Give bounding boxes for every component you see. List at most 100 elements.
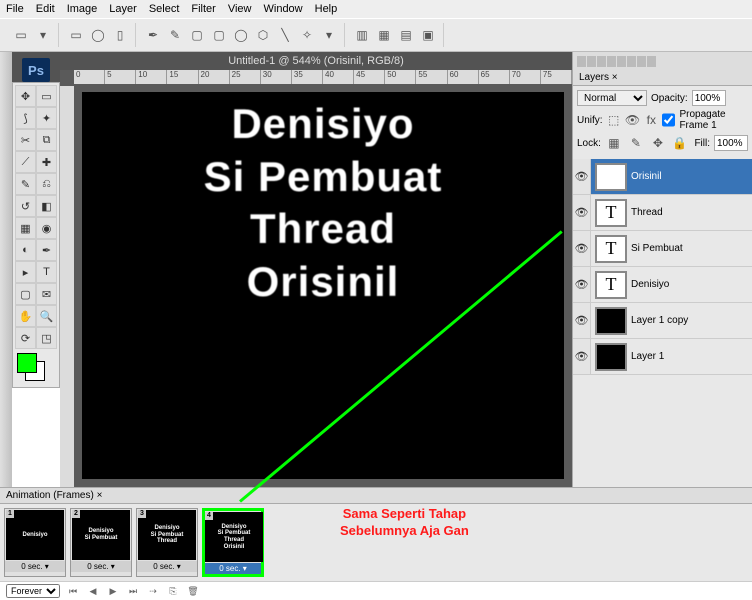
menu-filter[interactable]: Filter [191, 3, 215, 15]
tool-preset-icon[interactable]: ▭ [12, 26, 30, 44]
menu-select[interactable]: Select [149, 3, 180, 15]
pen-tool-icon[interactable]: ✒ [36, 239, 57, 261]
history-brush-tool-icon[interactable]: ↺ [15, 195, 36, 217]
shape-tool-icon[interactable]: ▢ [15, 283, 36, 305]
visibility-eye-icon[interactable]: 👁 [573, 303, 591, 338]
rotate-tool-icon[interactable]: ⟳ [15, 327, 36, 349]
layer-row[interactable]: 👁 T Denisiyo [573, 267, 752, 303]
shape-rect-icon[interactable]: ▢ [188, 26, 206, 44]
menu-help[interactable]: Help [315, 3, 338, 15]
lock-position-icon[interactable]: ✥ [649, 134, 667, 152]
gradient-tool-icon[interactable]: ▦ [15, 217, 36, 239]
play-icon[interactable]: ▶ [106, 585, 120, 597]
wand-tool-icon[interactable]: ✦ [36, 107, 57, 129]
animation-frame[interactable]: 4DenisiyoSi PembuatThreadOrisinil0 sec. … [202, 508, 264, 577]
type-tool-icon[interactable]: T [36, 261, 57, 283]
distribute-icon[interactable]: ▦ [375, 26, 393, 44]
layer-row[interactable]: 👁 T Thread [573, 195, 752, 231]
propagate-checkbox[interactable] [662, 112, 675, 128]
layers-tab[interactable]: Layers × [573, 70, 752, 86]
layer-row[interactable]: 👁 T Si Pembuat [573, 231, 752, 267]
new-frame-icon[interactable]: ⎘ [166, 585, 180, 597]
loop-select[interactable]: Forever [6, 584, 60, 598]
layer-thumbnail[interactable]: T [595, 235, 627, 263]
menu-view[interactable]: View [228, 3, 252, 15]
menu-file[interactable]: File [6, 3, 24, 15]
shape-ellipse-icon[interactable]: ◯ [232, 26, 250, 44]
chevron-down-icon[interactable]: ▾ [34, 26, 52, 44]
notes-tool-icon[interactable]: ✉ [36, 283, 57, 305]
animation-tab[interactable]: Animation (Frames) × [0, 488, 752, 504]
layer-row[interactable]: 👁 T Orisinil [573, 159, 752, 195]
blend-mode-select[interactable]: Normal [577, 90, 647, 106]
layer-thumbnail[interactable]: T [595, 271, 627, 299]
layer-thumbnail[interactable]: T [595, 199, 627, 227]
eraser-tool-icon[interactable]: ◧ [36, 195, 57, 217]
shape-line-icon[interactable]: ╲ [276, 26, 294, 44]
shape-polygon-icon[interactable]: ⬡ [254, 26, 272, 44]
blur-tool-icon[interactable]: ◉ [36, 217, 57, 239]
unify-visibility-icon[interactable]: 👁 [625, 111, 640, 129]
dodge-tool-icon[interactable]: ◐ [15, 239, 36, 261]
first-frame-icon[interactable]: ⏮ [66, 585, 80, 597]
delete-frame-icon[interactable]: 🗑 [186, 585, 200, 597]
frame-delay[interactable]: 0 sec. ▾ [71, 561, 131, 572]
animation-frame[interactable]: 3DenisiyoSi PembuatThread0 sec. ▾ [136, 508, 198, 577]
3d-tool-icon[interactable]: ◳ [36, 327, 57, 349]
visibility-eye-icon[interactable]: 👁 [573, 267, 591, 302]
pen-icon[interactable]: ✒ [144, 26, 162, 44]
left-dock[interactable] [0, 52, 12, 487]
heal-tool-icon[interactable]: ✚ [36, 151, 57, 173]
menu-image[interactable]: Image [67, 3, 98, 15]
layer-thumbnail[interactable] [595, 307, 627, 335]
unify-position-icon[interactable]: ⬚ [607, 111, 621, 129]
layer-row[interactable]: 👁 Layer 1 [573, 339, 752, 375]
zoom-tool-icon[interactable]: 🔍 [36, 305, 57, 327]
lock-pixels-icon[interactable]: ✎ [627, 134, 645, 152]
marquee-single-icon[interactable]: ▯ [111, 26, 129, 44]
visibility-eye-icon[interactable]: 👁 [573, 231, 591, 266]
canvas[interactable]: DenisiyoSi PembuatThreadOrisinil [82, 92, 564, 479]
lasso-tool-icon[interactable]: ⟆ [15, 107, 36, 129]
marquee-tool-icon[interactable]: ▭ [36, 85, 57, 107]
slice-tool-icon[interactable]: ⧉ [36, 129, 57, 151]
opacity-input[interactable] [692, 90, 726, 106]
layer-thumbnail[interactable]: T [595, 163, 627, 191]
arrange-icon[interactable]: ▤ [397, 26, 415, 44]
next-frame-icon[interactable]: ⏭ [126, 585, 140, 597]
chevron-down-icon[interactable]: ▾ [320, 26, 338, 44]
frame-delay[interactable]: 0 sec. ▾ [205, 563, 261, 574]
group-icon[interactable]: ▣ [419, 26, 437, 44]
shape-roundrect-icon[interactable]: ▢ [210, 26, 228, 44]
visibility-eye-icon[interactable]: 👁 [573, 339, 591, 374]
fill-input[interactable] [714, 135, 748, 151]
crop-tool-icon[interactable]: ✂ [15, 129, 36, 151]
visibility-eye-icon[interactable]: 👁 [573, 195, 591, 230]
shape-custom-icon[interactable]: ✧ [298, 26, 316, 44]
animation-frame[interactable]: 1Denisiyo0 sec. ▾ [4, 508, 66, 577]
stamp-tool-icon[interactable]: ⎌ [36, 173, 57, 195]
brush-tool-icon[interactable]: ✎ [15, 173, 36, 195]
lock-all-icon[interactable]: 🔒 [671, 134, 689, 152]
marquee-ellipse-icon[interactable]: ◯ [89, 26, 107, 44]
layer-row[interactable]: 👁 Layer 1 copy [573, 303, 752, 339]
move-tool-icon[interactable]: ✥ [15, 85, 36, 107]
path-select-tool-icon[interactable]: ▸ [15, 261, 36, 283]
menu-layer[interactable]: Layer [109, 3, 137, 15]
panel-mini-tabs[interactable] [573, 52, 752, 70]
eyedropper-tool-icon[interactable]: ⟋ [15, 151, 36, 173]
visibility-eye-icon[interactable]: 👁 [573, 159, 591, 194]
menu-window[interactable]: Window [264, 3, 303, 15]
menu-edit[interactable]: Edit [36, 3, 55, 15]
align-icon[interactable]: ▥ [353, 26, 371, 44]
freeform-pen-icon[interactable]: ✎ [166, 26, 184, 44]
lock-transparent-icon[interactable]: ▦ [605, 134, 623, 152]
foreground-color[interactable] [17, 353, 37, 373]
frame-delay[interactable]: 0 sec. ▾ [137, 561, 197, 572]
frame-delay[interactable]: 0 sec. ▾ [5, 561, 65, 572]
unify-style-icon[interactable]: fx [644, 111, 658, 129]
marquee-rect-icon[interactable]: ▭ [67, 26, 85, 44]
tween-icon[interactable]: ⇢ [146, 585, 160, 597]
prev-frame-icon[interactable]: ◀ [86, 585, 100, 597]
hand-tool-icon[interactable]: ✋ [15, 305, 36, 327]
